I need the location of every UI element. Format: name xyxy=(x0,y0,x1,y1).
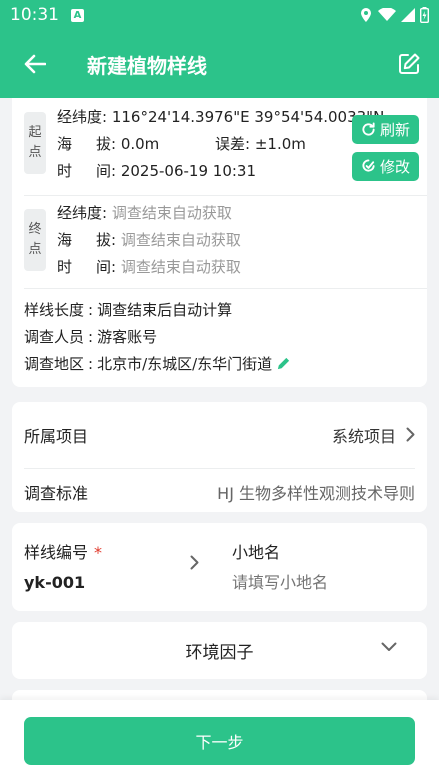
environment-factor-card[interactable]: 环境因子 xyxy=(12,622,427,679)
end-coord-label: 经纬度 xyxy=(57,204,103,222)
divider xyxy=(24,288,427,289)
project-row[interactable]: 所属项目 系统项目 xyxy=(24,407,415,462)
back-button[interactable] xyxy=(0,30,70,98)
line-number-value[interactable]: yk-001 xyxy=(24,573,85,592)
page-title: 新建植物样线 xyxy=(87,53,207,78)
standard-label: 调查标准 xyxy=(24,483,89,503)
place-name-input[interactable] xyxy=(232,573,412,592)
place-name-label: 小地名 xyxy=(232,543,281,562)
end-coord-value: 调查结束自动获取 xyxy=(111,204,232,222)
end-time-row: 时间: 调查结束自动获取 xyxy=(57,258,241,276)
status-icons xyxy=(359,7,429,23)
end-alt-row: 海拔: 调查结束自动获取 xyxy=(57,231,241,249)
end-alt-label: 海拔 xyxy=(57,231,111,249)
start-time-value: 2025-06-19 10:31 xyxy=(120,162,256,180)
notification-icon: A xyxy=(71,8,84,22)
status-bar: 10:31 A xyxy=(0,0,439,30)
start-alt-row: 海拔: 0.0m xyxy=(57,135,160,153)
refresh-icon xyxy=(362,122,375,136)
start-point-block: 起 点 经纬度: 116°24'14.3976"E 39°54'54.0033"… xyxy=(12,98,427,190)
start-alt-label: 海拔 xyxy=(57,135,111,153)
surveyor-value: 游客账号 xyxy=(97,328,158,346)
next-card-peek xyxy=(12,690,427,700)
line-length-label: 样线长度 xyxy=(24,301,85,319)
location-icon xyxy=(361,8,371,22)
battery-icon xyxy=(420,7,429,23)
chevron-right-icon[interactable] xyxy=(190,555,199,570)
arrow-left-icon xyxy=(24,54,46,74)
location-card: 起 点 经纬度: 116°24'14.3976"E 39°54'54.0033"… xyxy=(12,98,427,387)
next-step-button[interactable]: 下一步 xyxy=(24,717,415,765)
survey-area-value: 北京市/东城区/东华门街道 xyxy=(97,355,273,373)
project-card: 所属项目 系统项目 调查标准 HJ 生物多样性观测技术导则 xyxy=(12,402,427,512)
end-time-value: 调查结束自动获取 xyxy=(120,258,241,276)
survey-area-label: 调查地区 xyxy=(24,355,85,373)
refresh-button[interactable]: 刷新 xyxy=(352,115,419,144)
start-error-row: 误差: ±1.0m xyxy=(215,135,306,153)
modify-button[interactable]: 修改 xyxy=(352,152,419,181)
start-point-tag: 起 点 xyxy=(24,112,46,174)
start-time-row: 时间: 2025-06-19 10:31 xyxy=(57,162,256,180)
line-length-row: 样线长度: 调查结束后自动计算 xyxy=(24,300,233,320)
edit-location-icon xyxy=(362,159,375,172)
project-value: 系统项目 xyxy=(331,426,396,446)
pencil-icon[interactable] xyxy=(276,356,291,371)
line-length-value: 调查结束后自动计算 xyxy=(97,301,233,319)
end-point-block: 终 点 经纬度: 调查结束自动获取 海拔: 调查结束自动获取 时间: 调查结束自… xyxy=(12,196,427,286)
end-time-label: 时间 xyxy=(57,258,111,276)
standard-value: HJ 生物多样性观测技术导则 xyxy=(217,483,415,503)
project-label: 所属项目 xyxy=(24,426,89,446)
bottom-bar: 下一步 xyxy=(0,700,439,780)
standard-row: 调查标准 HJ 生物多样性观测技术导则 xyxy=(24,464,415,519)
line-number-card: 样线编号 * yk-001 小地名 xyxy=(12,523,427,611)
required-mark: * xyxy=(94,543,103,562)
environment-factor-label: 环境因子 xyxy=(185,643,254,663)
app-bar: 新建植物样线 xyxy=(0,30,439,98)
chevron-down-icon xyxy=(381,642,397,651)
edit-button[interactable] xyxy=(379,30,439,98)
line-number-label-row: 样线编号 * xyxy=(24,539,102,563)
status-time: 10:31 xyxy=(10,5,59,25)
line-number-label: 样线编号 xyxy=(24,543,89,562)
signal-icon xyxy=(401,8,415,22)
start-coord-label: 经纬度 xyxy=(57,108,103,126)
wifi-icon xyxy=(378,8,396,21)
surveyor-label: 调查人员 xyxy=(24,328,85,346)
end-alt-value: 调查结束自动获取 xyxy=(120,231,241,249)
start-coord-value: 116°24'14.3976"E 39°54'54.0033"N xyxy=(111,108,385,126)
start-error-label: 误差 xyxy=(215,135,246,153)
start-time-label: 时间 xyxy=(57,162,111,180)
surveyor-row: 调查人员: 游客账号 xyxy=(24,327,158,347)
survey-area-row[interactable]: 调查地区: 北京市/东城区/东华门街道 xyxy=(24,353,291,374)
scroll-content[interactable]: 起 点 经纬度: 116°24'14.3976"E 39°54'54.0033"… xyxy=(0,98,439,700)
start-coord-row: 经纬度: 116°24'14.3976"E 39°54'54.0033"N xyxy=(57,108,385,126)
start-alt-value: 0.0m xyxy=(120,135,160,153)
end-coord-row: 经纬度: 调查结束自动获取 xyxy=(57,204,232,222)
chevron-right-icon xyxy=(406,427,415,442)
start-error-value: ±1.0m xyxy=(254,135,306,153)
edit-icon xyxy=(399,53,420,74)
end-point-tag: 终 点 xyxy=(24,209,46,271)
